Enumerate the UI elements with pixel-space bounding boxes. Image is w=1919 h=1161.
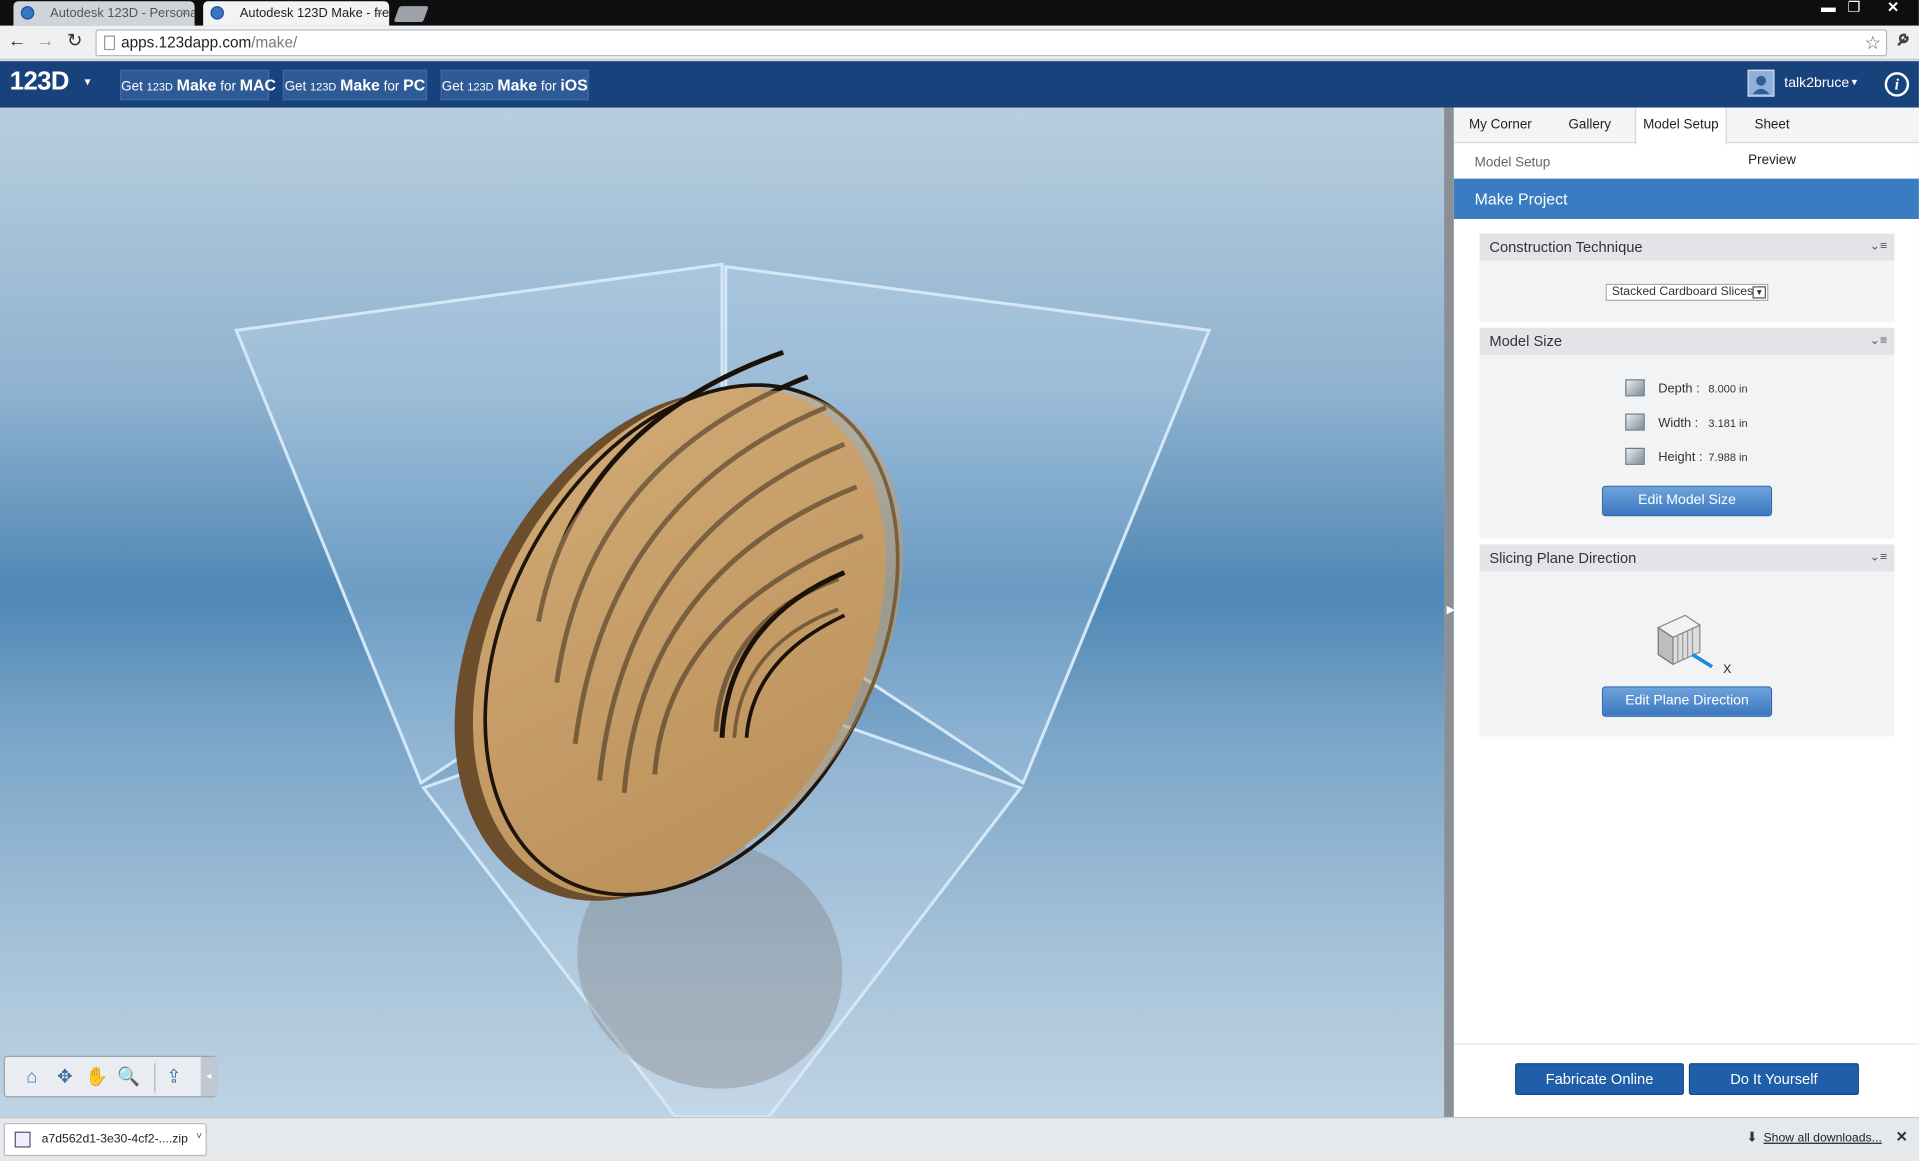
user-chevron-down-icon[interactable]: ▾ [1852,76,1858,89]
section-header[interactable]: Construction Technique ⌄≡ [1479,233,1895,261]
url-text: apps.123dapp.com/make/ [121,34,298,52]
zip-file-icon [14,1131,31,1148]
tab-my-corner[interactable]: My Corner [1460,108,1541,143]
autodesk-favicon-icon [20,6,35,20]
edit-model-size-button[interactable]: Edit Model Size [1601,485,1773,517]
get-make-mac-button[interactable]: Get 123D Make for MAC [119,69,276,101]
download-item[interactable]: a7d562d1-3e30-4cf2-....zip ˅ [3,1121,207,1157]
do-it-yourself-button[interactable]: Do It Yourself [1688,1063,1859,1095]
browser-tab-make[interactable]: Autodesk 123D Make - free × [203,1,390,26]
info-icon[interactable]: i [1884,72,1910,97]
panel-splitter[interactable]: ▶ [1444,107,1455,1117]
view-toolbar: ⌂ ✥ ✋ 🔍 ⇪ ◂ [3,1055,217,1098]
forward-icon[interactable]: → [34,31,56,53]
get-make-ios-button[interactable]: Get 123D Make for iOS [440,69,589,101]
section-header[interactable]: Slicing Plane Direction ⌄≡ [1479,544,1895,572]
download-bar: a7d562d1-3e30-4cf2-....zip ˅ ⬇ Show all … [0,1116,1919,1161]
3d-viewport[interactable]: ⌂ ✥ ✋ 🔍 ⇪ ◂ [0,107,1445,1117]
browser-tab-personal[interactable]: Autodesk 123D - Personal × [13,1,195,26]
section-header[interactable]: Model Size ⌄≡ [1479,327,1895,355]
app-header: 123D ▾ Get 123D Make for MAC Get 123D Ma… [0,61,1919,108]
avatar[interactable] [1747,69,1775,97]
restore-icon[interactable]: ❐ [1842,0,1866,17]
panel-tabs: My Corner Gallery Model Setup Sheet Prev… [1453,107,1919,168]
home-view-icon[interactable]: ⌂ [20,1067,44,1089]
new-tab-button[interactable] [393,6,429,23]
download-arrow-icon: ⬇ [1746,1130,1758,1146]
tab-close-icon[interactable]: × [376,1,383,25]
share-icon[interactable]: ⇪ [162,1067,186,1089]
address-bar[interactable]: apps.123dapp.com/make/ ☆ [95,29,1888,57]
get-make-pc-button[interactable]: Get 123D Make for PC [282,69,428,101]
show-all-downloads-link[interactable]: Show all downloads... [1763,1132,1881,1145]
tab-model-setup[interactable]: Model Setup [1634,107,1727,145]
autodesk-favicon-icon [210,6,224,20]
window-close-icon[interactable]: ✕ [1881,0,1905,17]
back-icon[interactable]: ← [6,31,28,53]
axis-label: X [1723,663,1732,677]
tab-label: Autodesk 123D Make - free [239,6,390,21]
dropdown-arrow-icon[interactable]: ▼ [1752,286,1766,299]
height-cube-icon [1625,447,1645,465]
reload-icon[interactable]: ↻ [64,31,86,53]
construction-technique-select[interactable]: Stacked Cardboard Slices ▼ [1605,283,1769,301]
height-value: 7.988 in [1708,451,1748,464]
depth-value: 8.000 in [1708,382,1748,396]
tab-close-icon[interactable]: × [181,1,188,25]
toolbar-divider [154,1063,156,1093]
browser-toolbar: ← → ↻ apps.123dapp.com/make/ ☆ [0,25,1919,60]
edit-plane-direction-button[interactable]: Edit Plane Direction [1601,686,1773,717]
username[interactable]: talk2bruce [1784,76,1849,91]
right-panel: My Corner Gallery Model Setup Sheet Prev… [1453,107,1919,1117]
construction-technique-section: Construction Technique ⌄≡ Stacked Cardbo… [1479,233,1895,322]
orbit-icon[interactable]: ✥ [53,1067,77,1089]
slicing-direction-icon [1656,610,1715,671]
tab-label: Autodesk 123D - Personal [50,6,195,21]
project-title: Make Project [1453,178,1919,219]
panel-footer-divider [1453,1043,1919,1045]
tab-gallery[interactable]: Gallery [1557,108,1623,143]
model-size-section: Model Size ⌄≡ Depth : 8.000 in Width : 3… [1479,327,1895,539]
screen: Autodesk 123D - Personal × Autodesk 123D… [0,0,1919,1161]
breadcrumb: Model Setup [1474,155,1551,171]
close-download-bar-icon[interactable]: ✕ [1896,1128,1908,1145]
fabricate-online-button[interactable]: Fabricate Online [1515,1063,1684,1095]
browser-tab-bar: Autodesk 123D - Personal × Autodesk 123D… [0,0,1919,26]
download-filename: a7d562d1-3e30-4cf2-....zip [41,1132,188,1147]
pan-hand-icon[interactable]: ✋ [84,1067,108,1089]
wrench-menu-icon[interactable] [1894,31,1911,52]
slicing-plane-section: Slicing Plane Direction ⌄≡ X Edit Plane … [1479,544,1895,737]
download-menu-chevron-icon[interactable]: ˅ [196,1121,202,1152]
width-cube-icon [1625,413,1645,431]
minimize-icon[interactable]: ▬ [1816,0,1840,17]
zoom-icon[interactable]: 🔍 [116,1067,140,1089]
width-value: 3.181 in [1708,417,1748,430]
depth-cube-icon [1625,379,1645,397]
section-collapse-icon[interactable]: ⌄≡ [1870,328,1887,355]
section-collapse-icon[interactable]: ⌄≡ [1870,234,1887,261]
page-icon [104,35,116,51]
section-collapse-icon[interactable]: ⌄≡ [1870,544,1887,571]
app-logo[interactable]: 123D [10,67,70,96]
tab-sheet-preview[interactable]: Sheet Preview [1729,108,1815,167]
bookmark-star-icon[interactable]: ☆ [1865,32,1881,54]
scene-canvas[interactable] [0,108,1444,1117]
collapse-toolbar-icon[interactable]: ◂ [200,1057,217,1097]
logo-chevron-down-icon[interactable]: ▾ [84,76,90,89]
